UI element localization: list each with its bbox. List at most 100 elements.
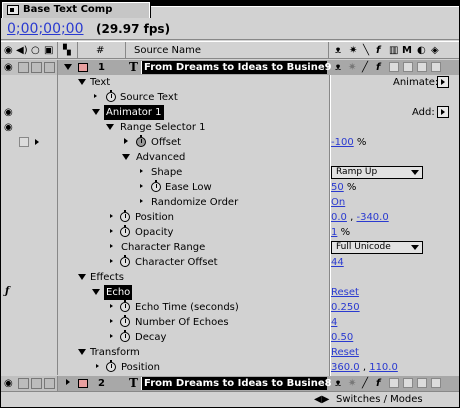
twirl-down-icon[interactable] [78,349,86,355]
effects-group-row[interactable]: Effects [1,270,459,285]
decay-row[interactable]: Decay 0.50 [1,330,459,345]
twirl-down-icon[interactable] [122,154,130,160]
stopwatch-icon[interactable] [106,360,116,372]
twirl-right-icon[interactable] [124,138,128,144]
layer-label-color[interactable] [78,63,88,72]
shape-dropdown[interactable]: Ramp Up [331,166,423,179]
twirl-down-icon[interactable] [106,124,114,130]
shape-row[interactable]: Shape Ramp Up [1,165,459,180]
effect-icon[interactable]: f [376,62,380,73]
panel-toggle-icon[interactable]: ◀▶ [314,394,329,405]
advanced-row[interactable]: Advanced [1,150,459,165]
stopwatch-icon[interactable] [106,90,116,102]
offset-row[interactable]: Offset -100 % [1,135,459,150]
echo-reset-link[interactable]: Reset [331,287,359,298]
motion-blur-icon[interactable]: M [402,45,412,56]
character-offset-row[interactable]: Character Offset 44 [1,255,459,270]
offset-value[interactable]: -100 [331,137,354,148]
stopwatch-icon[interactable] [120,255,130,267]
randomize-row[interactable]: Randomize Order On [1,195,459,210]
tab-base-text-comp[interactable]: Base Text Comp [2,2,150,18]
ease-low-row[interactable]: Ease Low 50 % [1,180,459,195]
opacity-row[interactable]: Opacity 1 % [1,225,459,240]
position-x-value[interactable]: 0.0 [331,212,347,223]
layer-expand-twirl[interactable] [64,64,72,70]
range-selector-row[interactable]: ◉ Range Selector 1 [1,120,459,135]
eye-icon[interactable]: ◉ [4,62,13,73]
3d-icon[interactable]: ◈ [431,45,439,56]
transform-position-y[interactable]: 110.0 [369,362,398,373]
animate-button[interactable] [437,76,449,88]
text-group-label: Text [90,77,111,88]
ease-low-value[interactable]: 50 [331,182,344,193]
adjustment-icon[interactable]: ◐ [417,45,426,56]
num-echoes-row[interactable]: Number Of Echoes 4 [1,315,459,330]
effect-icon[interactable]: f [376,45,380,56]
quality-icon[interactable]: ╱ [362,378,368,389]
eye-icon[interactable]: ◉ [4,107,13,118]
add-button[interactable] [437,106,449,118]
position-y-value[interactable]: -340.0 [356,212,388,223]
twirl-down-icon[interactable] [78,79,86,85]
opacity-value[interactable]: 1 [331,227,337,238]
num-echoes-value[interactable]: 4 [331,317,337,328]
collapse-icon[interactable]: ✷ [348,378,356,389]
shy-icon[interactable]: ᴥ [335,62,341,73]
echo-effect-name[interactable]: Echo [104,285,133,300]
transform-group-row[interactable]: Transform Reset [1,345,459,360]
eye-icon[interactable]: ◉ [4,122,13,133]
echo-time-value[interactable]: 0.250 [331,302,360,313]
current-time[interactable]: 0;00;00;00 [7,21,84,37]
keyframe-nav-icon[interactable] [35,139,39,145]
twirl-down-icon[interactable] [92,289,100,295]
layer-row-1[interactable]: ◉ 1 T From Dreams to Ideas to Busine9 ᴥ … [1,60,459,75]
transform-position-x[interactable]: 360.0 [331,362,360,373]
eye-icon[interactable]: ◉ [4,45,13,56]
decay-value[interactable]: 0.50 [331,332,353,343]
text-group-row[interactable]: Text Animate: [1,75,459,90]
echo-time-row[interactable]: Echo Time (seconds) 0.250 [1,300,459,315]
position-row[interactable]: Position 0.0 , -340.0 [1,210,459,225]
layer-row-2[interactable]: ◉ 2 T From Dreams to Ideas to Busine8 ᴥ … [1,376,459,391]
stopwatch-icon[interactable] [151,180,161,192]
shy-icon[interactable]: ᴥ [335,45,341,56]
stopwatch-icon[interactable] [136,135,146,147]
source-text-row[interactable]: Source Text [1,90,459,105]
stopwatch-icon[interactable] [120,330,130,342]
stopwatch-icon[interactable] [120,300,130,312]
source-name-column[interactable]: Source Name [126,42,329,59]
character-offset-value[interactable]: 44 [331,257,344,268]
layer-name[interactable]: From Dreams to Ideas to Busine9 [141,61,332,74]
label-color-icon[interactable]: ▚ [63,45,71,56]
twirl-down-icon[interactable] [92,109,100,115]
switches-modes-toggle[interactable]: Switches / Modes [336,393,423,406]
stopwatch-icon[interactable] [120,225,130,237]
effect-icon[interactable]: ƒ [5,286,9,297]
layer-label-color[interactable] [78,379,88,388]
animator-row[interactable]: ◉ Animator 1 Add: [1,105,459,120]
stopwatch-icon[interactable] [120,315,130,327]
effect-icon[interactable]: f [376,378,380,389]
solo-icon[interactable]: ○ [31,45,40,56]
character-range-row[interactable]: Character Range Full Unicode [1,240,459,255]
quality-icon[interactable]: ╲ [363,45,369,56]
lock-icon[interactable]: ▣ [44,45,53,56]
layer-name[interactable]: From Dreams to Ideas to Busine8 [141,377,332,390]
quality-icon[interactable]: ╱ [362,62,368,73]
layer-expand-twirl[interactable] [66,379,70,385]
collapse-icon[interactable]: ✷ [348,62,356,73]
frame-blend-icon[interactable]: ▥ [389,45,398,56]
stopwatch-icon[interactable] [120,210,130,222]
randomize-value[interactable]: On [331,197,345,208]
audio-icon[interactable]: ◀) [16,45,28,56]
collapse-icon[interactable]: ✷ [349,45,357,56]
twirl-down-icon[interactable] [78,274,86,280]
transform-position-row[interactable]: Position 360.0 , 110.0 [1,360,459,375]
transform-reset-link[interactable]: Reset [331,347,359,358]
character-range-dropdown[interactable]: Full Unicode [331,241,423,254]
echo-effect-row[interactable]: ƒ Echo Reset [1,285,459,300]
shy-icon[interactable]: ᴥ [335,378,341,389]
animator-name[interactable]: Animator 1 [104,105,164,120]
number-column[interactable]: # [78,42,126,59]
eye-icon[interactable]: ◉ [4,378,13,389]
